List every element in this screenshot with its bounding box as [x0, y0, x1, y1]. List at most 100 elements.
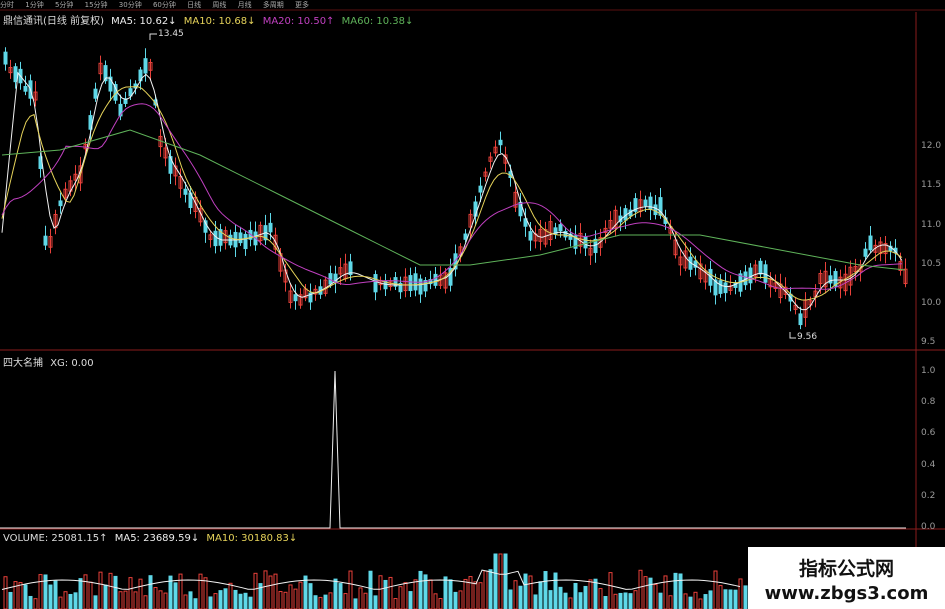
- volume-bar: [698, 598, 703, 609]
- volume-bar: [713, 570, 718, 609]
- volume-bar: [243, 592, 248, 609]
- volume-bar: [163, 592, 168, 609]
- volume-bar: [563, 592, 568, 609]
- candle-body: [243, 233, 248, 250]
- indicator-name: 四大名捕: [3, 358, 43, 369]
- candle-body: [463, 233, 468, 240]
- volume-bar: [673, 572, 678, 609]
- candle-body: [723, 282, 728, 294]
- volume-bar: [213, 593, 218, 609]
- volume-bar: [518, 585, 523, 609]
- volume-readout: VOLUME: 25081.15↑: [3, 533, 108, 544]
- volume-bar: [368, 570, 373, 609]
- candle-body: [828, 275, 833, 284]
- ma20-line: [1, 103, 903, 290]
- indicator-axis-label: 0.8: [921, 397, 936, 407]
- volume-bar: [278, 591, 283, 609]
- volume-bar: [558, 586, 563, 609]
- volume-bar: [343, 593, 348, 609]
- volume-bar: [548, 590, 553, 609]
- indicator-axis-label: 0.6: [921, 428, 936, 438]
- volume-bar: [108, 572, 113, 609]
- volume-bar: [183, 594, 188, 609]
- volume-bar: [408, 591, 413, 609]
- volume-bar: [308, 583, 313, 609]
- volume-bar: [688, 596, 693, 609]
- volume-bar: [263, 570, 268, 609]
- volume-bar: [438, 598, 443, 609]
- volume-bar: [123, 590, 128, 609]
- volume-bar: [608, 572, 613, 609]
- volume-bar: [733, 589, 738, 609]
- volume-bar: [33, 598, 38, 609]
- volume-bar: [298, 581, 303, 609]
- candle-body: [528, 231, 533, 241]
- volume-bar: [313, 595, 318, 609]
- volume-bar: [488, 569, 493, 609]
- volume-bar: [53, 580, 58, 609]
- xg-signal-line: [0, 370, 906, 529]
- watermark-title: 指标公式网: [798, 558, 894, 580]
- volume-bar: [413, 579, 418, 609]
- volume-bar: [593, 578, 598, 609]
- volume-bar: [173, 582, 178, 609]
- volume-bar: [238, 593, 243, 609]
- volume-bar: [18, 582, 23, 609]
- high-price-label: 13.45: [158, 29, 184, 39]
- ma60-line: [1, 129, 906, 271]
- volume-bar: [158, 590, 163, 609]
- candle-body: [718, 280, 723, 294]
- volume-bar: [483, 570, 488, 609]
- volume-bar: [433, 593, 438, 609]
- volume-bar: [208, 596, 213, 609]
- candle-body: [558, 224, 563, 232]
- candle-body: [143, 58, 148, 74]
- indicator-header: 四大名捕 XG: 0.00: [3, 354, 98, 369]
- volume-bar: [138, 578, 143, 609]
- volume-bar: [428, 579, 433, 609]
- candle-body: [643, 199, 648, 207]
- volume-ma10-readout: MA10: 30180.83↓: [206, 533, 298, 544]
- indicator-axis-label: 1.0: [921, 366, 936, 376]
- high-marker: [149, 33, 157, 40]
- chart-canvas[interactable]: [0, 0, 945, 609]
- candle-body: [23, 85, 28, 92]
- volume-bar: [198, 573, 203, 609]
- volume-bar: [568, 597, 573, 609]
- volume-bar: [578, 592, 583, 609]
- watermark-url: www.zbgs3.com: [764, 583, 929, 604]
- volume-bar: [543, 571, 548, 609]
- volume-bar: [93, 595, 98, 609]
- volume-bar: [463, 578, 468, 609]
- volume-bar: [68, 593, 73, 609]
- volume-bar: [523, 573, 528, 609]
- volume-bar: [633, 590, 638, 609]
- volume-bar: [333, 578, 338, 609]
- volume-bar: [318, 596, 323, 609]
- volume-bar: [383, 579, 388, 609]
- volume-bar: [603, 596, 608, 609]
- volume-bar: [473, 581, 478, 609]
- volume-bar: [613, 593, 618, 609]
- volume-bar: [553, 572, 558, 609]
- candle-body: [3, 51, 8, 65]
- price-axis-label: 10.0: [921, 298, 942, 308]
- volume-bar: [273, 573, 278, 609]
- candle-body: [498, 139, 503, 146]
- volume-bar: [303, 575, 308, 609]
- volume-bar: [203, 577, 208, 609]
- volume-bar: [718, 585, 723, 609]
- candle-body: [583, 236, 588, 249]
- volume-bar: [638, 569, 643, 609]
- volume-bar: [618, 592, 623, 609]
- volume-bar: [353, 598, 358, 609]
- volume-bar: [58, 596, 63, 609]
- candle-body: [868, 235, 873, 251]
- volume-bar: [28, 595, 33, 609]
- candle-body: [798, 313, 803, 326]
- volume-bar: [8, 591, 13, 609]
- volume-bar: [418, 570, 423, 609]
- volume-bar: [83, 574, 88, 609]
- price-axis-label: 11.0: [921, 220, 942, 230]
- volume-bar: [43, 574, 48, 609]
